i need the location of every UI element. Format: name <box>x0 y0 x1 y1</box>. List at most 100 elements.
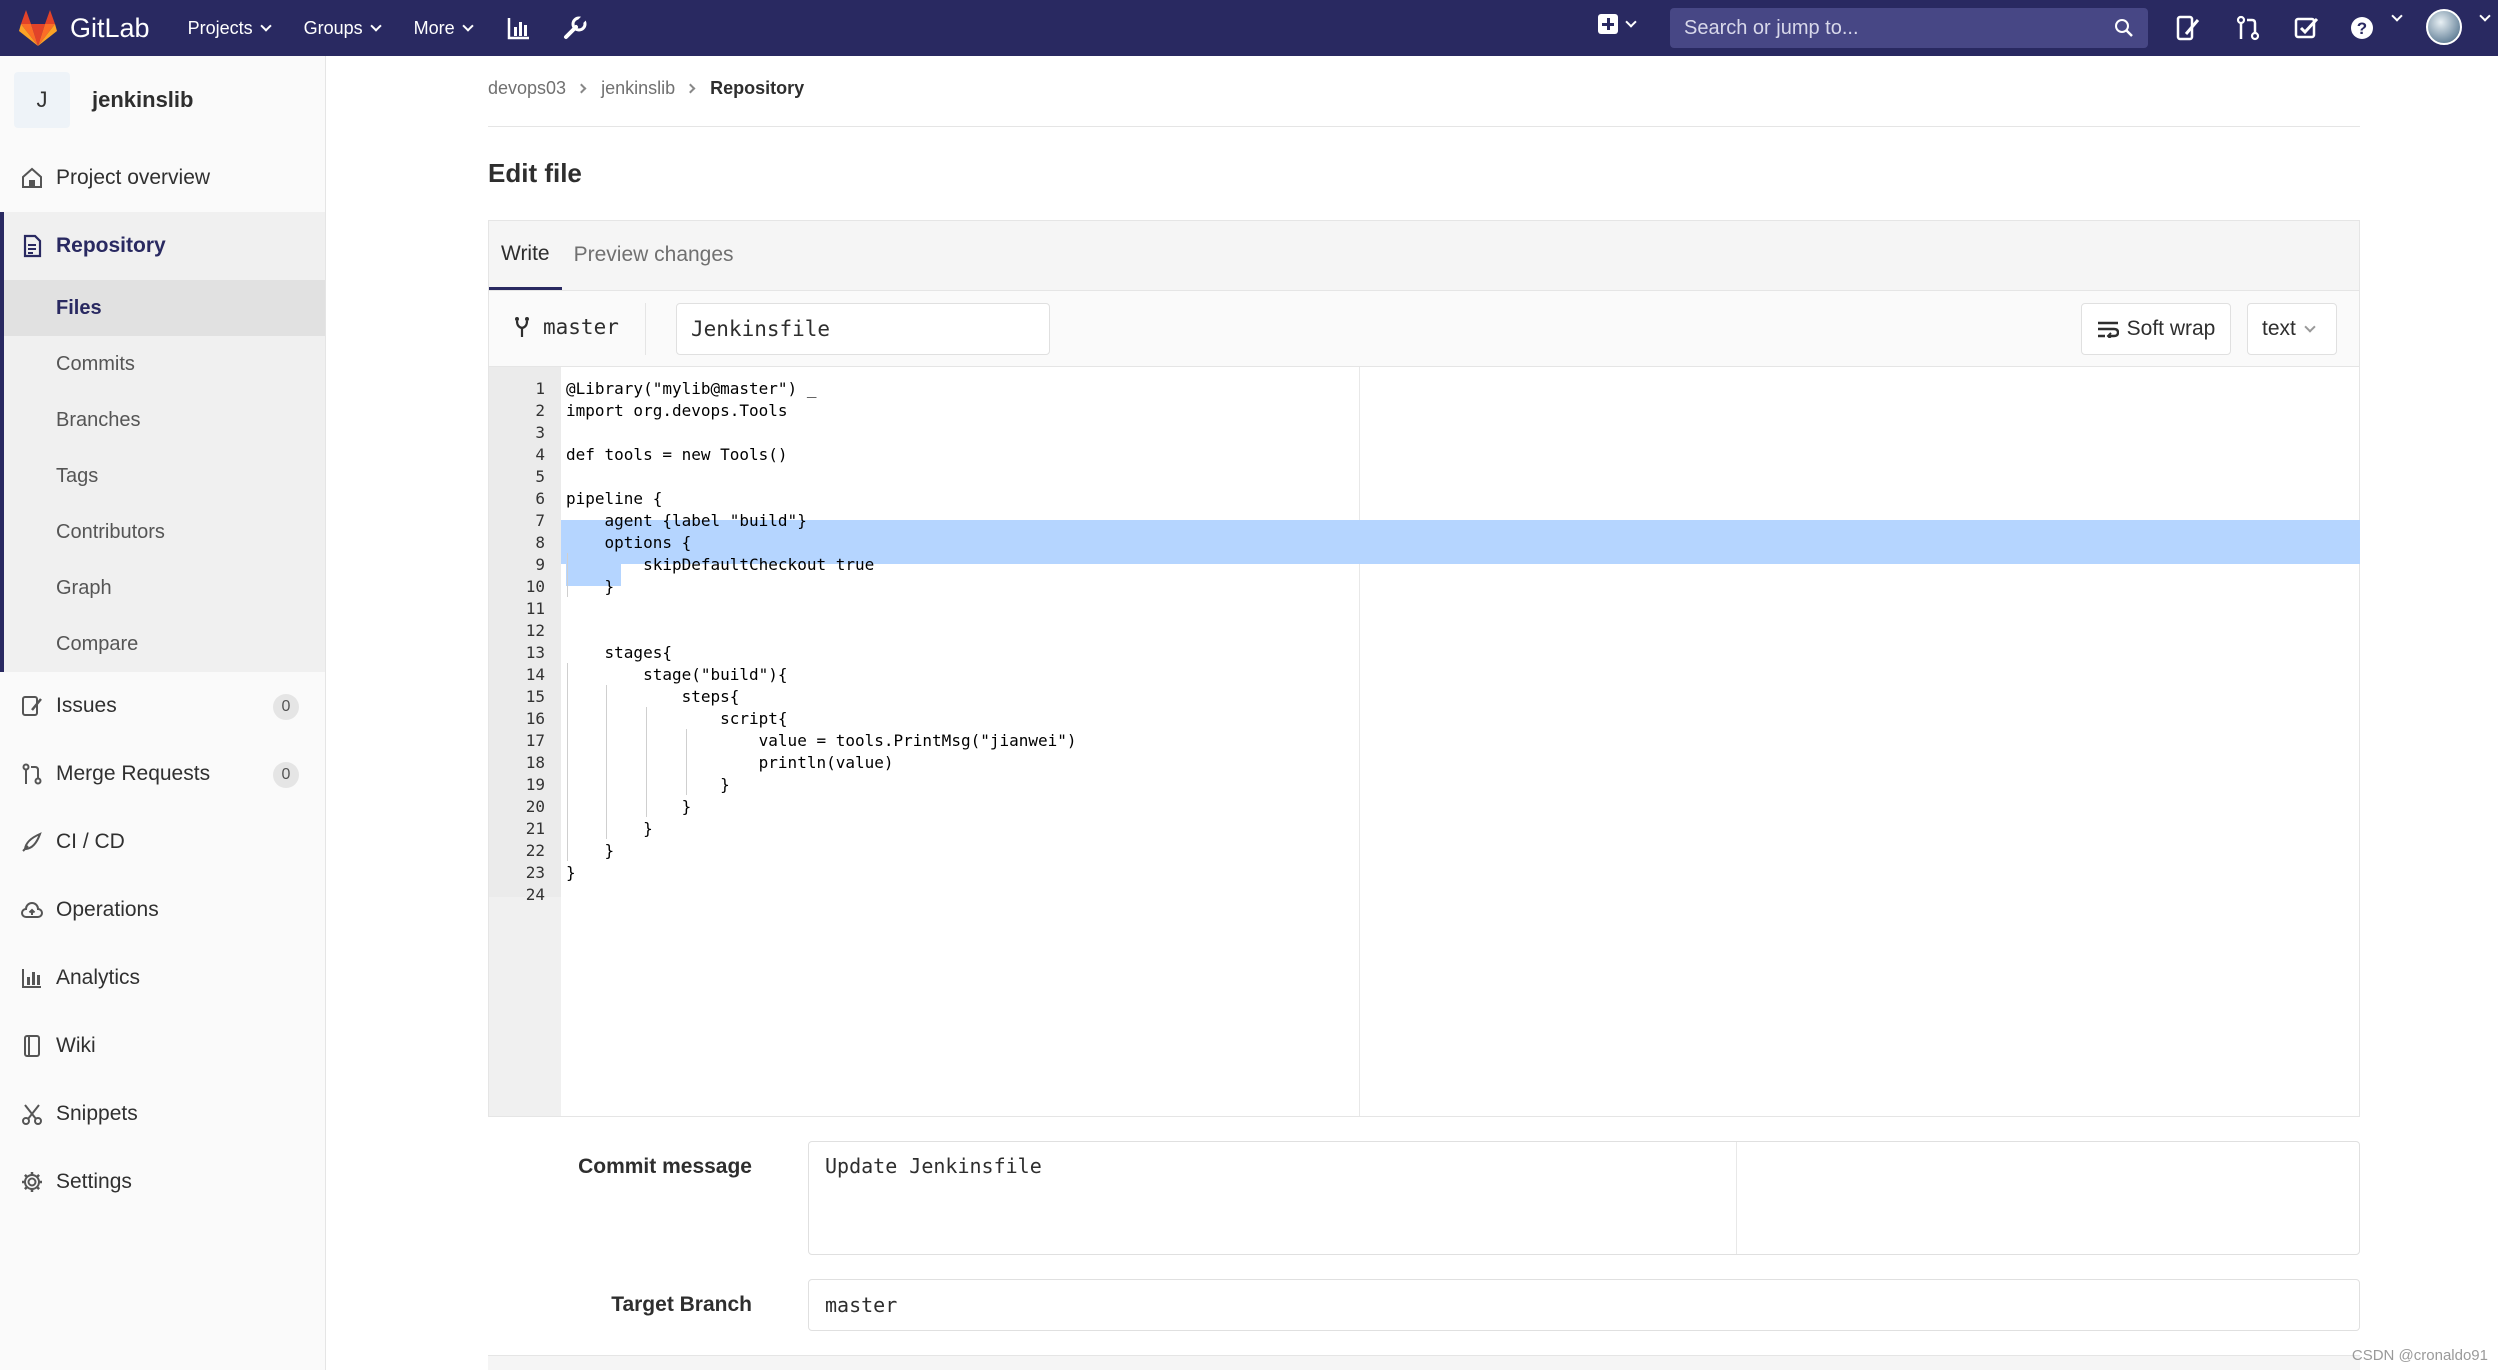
indent-guide <box>646 707 647 817</box>
code-text: stages{ <box>566 642 672 662</box>
breadcrumb: devops03 jenkinslib Repository <box>488 78 804 99</box>
tab-preview-changes[interactable]: Preview changes <box>562 220 746 290</box>
sidebar-item-settings[interactable]: Settings <box>0 1148 325 1216</box>
sidebar-item-snippets[interactable]: Snippets <box>0 1080 325 1148</box>
help-icon[interactable]: ? <box>2348 14 2376 42</box>
sidebar-item-label: Operations <box>56 898 159 921</box>
sidebar-subitem-commits[interactable]: Commits <box>4 336 325 392</box>
new-item-dropdown[interactable] <box>1598 14 1637 34</box>
sidebar-repository-group: Repository Files Commits Branches Tags C… <box>0 212 325 672</box>
breadcrumb-current[interactable]: Repository <box>710 78 804 99</box>
code-text: skipDefaultCheckout true <box>566 554 875 574</box>
issue-check-icon[interactable] <box>2292 14 2320 42</box>
gitlab-home-link[interactable]: GitLab <box>18 9 150 47</box>
project-avatar: J <box>14 72 70 128</box>
sidebar-item-analytics[interactable]: Analytics <box>0 944 325 1012</box>
code-line: 7 agent {label "build"} <box>489 509 2359 531</box>
groups-menu-label: Groups <box>303 17 363 38</box>
code-text: value = tools.PrintMsg("jianwei") <box>566 730 1077 750</box>
line-number: 5 <box>535 466 545 486</box>
more-menu[interactable]: More <box>414 18 474 39</box>
activity-chart-icon[interactable] <box>506 15 532 41</box>
code-text: def tools = new Tools() <box>566 444 788 464</box>
chevron-down-icon <box>2391 10 2403 22</box>
user-avatar[interactable] <box>2426 9 2462 45</box>
file-bar-divider <box>645 303 646 355</box>
search-box[interactable] <box>1670 8 2148 48</box>
todo-icon[interactable] <box>2174 14 2202 42</box>
indent-guide <box>686 729 687 795</box>
sidebar-subitem-branches[interactable]: Branches <box>4 392 325 448</box>
file-editor: Write Preview changes master Soft wrap t… <box>488 220 2360 1117</box>
target-branch-input[interactable] <box>808 1279 2360 1331</box>
code-line: 6 pipeline { <box>489 487 2359 509</box>
indent-guide <box>567 663 568 861</box>
sidebar-subitem-files[interactable]: Files <box>4 280 325 336</box>
svg-text:?: ? <box>2357 19 2367 38</box>
code-text: } <box>566 862 576 882</box>
sidebar-item-project-overview[interactable]: Project overview <box>0 144 325 212</box>
projects-menu[interactable]: Projects <box>188 18 272 39</box>
form-actions-strip <box>488 1355 2360 1370</box>
code-line: 9 skipDefaultCheckout true <box>489 553 2359 575</box>
code-line: 19 } <box>489 773 2359 795</box>
issues-icon <box>22 696 42 716</box>
breadcrumb-project-link[interactable]: jenkinslib <box>601 78 675 99</box>
merge-request-icon[interactable] <box>2234 14 2262 42</box>
search-input[interactable] <box>1684 16 2114 40</box>
gear-icon <box>22 1172 42 1192</box>
breadcrumb-divider <box>488 126 2360 127</box>
tab-write[interactable]: Write <box>489 220 562 290</box>
line-number: 16 <box>525 708 545 728</box>
sidebar-subitem-tags[interactable]: Tags <box>4 448 325 504</box>
sidebar-item-wiki[interactable]: Wiki <box>0 1012 325 1080</box>
line-number: 11 <box>525 598 545 618</box>
code-lines: 1 @Library("mylib@master") _ 2 import org.d… <box>489 377 2359 905</box>
sidebar-item-merge-requests[interactable]: Merge Requests 0 <box>0 740 325 808</box>
sidebar-item-operations[interactable]: Operations <box>0 876 325 944</box>
sidebar-item-issues[interactable]: Issues 0 <box>0 672 325 740</box>
sidebar-item-label: CI / CD <box>56 830 125 853</box>
sidebar-item-repository[interactable]: Repository <box>4 212 325 280</box>
commit-message-label: Commit message <box>578 1155 752 1178</box>
line-number: 3 <box>535 422 545 442</box>
code-line: 23} <box>489 861 2359 883</box>
code-line: 22 } <box>489 839 2359 861</box>
code-editor[interactable]: 1 @Library("mylib@master") _ 2 import org.d… <box>489 367 2360 1116</box>
top-menu: Projects Groups More <box>188 15 618 41</box>
sidebar-item-label: Issues <box>56 694 117 717</box>
breadcrumb-group-link[interactable]: devops03 <box>488 78 566 99</box>
line-number: 6 <box>535 488 545 508</box>
commit-message-input[interactable]: Update Jenkinsfile <box>808 1141 2360 1255</box>
wrench-icon[interactable] <box>562 15 588 41</box>
file-mode-select[interactable]: text <box>2247 303 2337 355</box>
file-title-bar: master Soft wrap text <box>489 291 2359 367</box>
sidebar-subitem-compare[interactable]: Compare <box>4 616 325 672</box>
line-number: 19 <box>525 774 545 794</box>
soft-wrap-button[interactable]: Soft wrap <box>2081 303 2231 355</box>
brand-name: GitLab <box>70 12 150 43</box>
project-header[interactable]: J jenkinslib <box>0 56 325 144</box>
cloud-icon <box>21 902 43 918</box>
code-text: agent {label "build"} <box>566 510 807 530</box>
code-text: stage("build"){ <box>566 664 788 684</box>
fork-icon <box>515 317 529 337</box>
code-text: } <box>566 796 692 816</box>
code-line: 13 stages{ <box>489 641 2359 663</box>
sidebar-item-ci-cd[interactable]: CI / CD <box>0 808 325 876</box>
code-line: 5 <box>489 465 2359 487</box>
issues-count-badge: 0 <box>273 694 299 720</box>
groups-menu[interactable]: Groups <box>303 17 382 39</box>
code-text: steps{ <box>566 686 740 706</box>
code-text: pipeline { <box>566 488 663 508</box>
sidebar-item-label: Snippets <box>56 1102 138 1125</box>
code-line: 11 <box>489 597 2359 619</box>
home-icon <box>22 167 42 188</box>
code-text: } <box>566 840 615 860</box>
code-line: 3 <box>489 421 2359 443</box>
sidebar-subitem-contributors[interactable]: Contributors <box>4 504 325 560</box>
code-line: 1 @Library("mylib@master") _ <box>489 377 2359 399</box>
branch-indicator: master <box>513 315 619 339</box>
file-name-input[interactable] <box>676 303 1050 355</box>
sidebar-subitem-graph[interactable]: Graph <box>4 560 325 616</box>
